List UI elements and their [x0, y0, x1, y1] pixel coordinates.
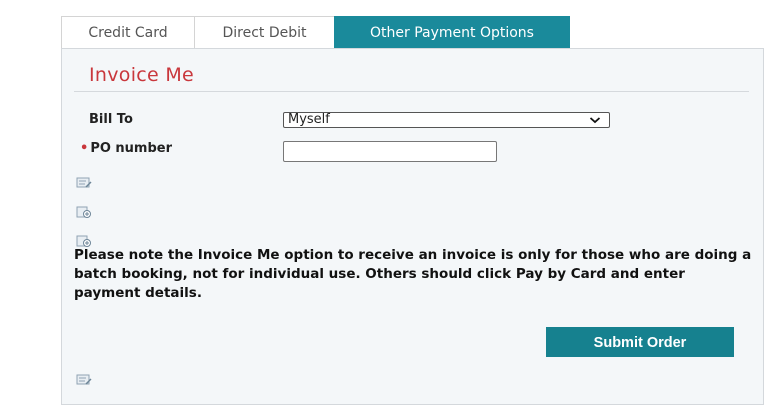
section-title: Invoice Me — [89, 64, 195, 86]
po-number-label-text: PO number — [90, 141, 173, 156]
bill-to-label: Bill To — [89, 112, 133, 127]
title-divider — [74, 91, 749, 92]
tab-other-payment-options[interactable]: Other Payment Options — [334, 16, 570, 49]
tab-direct-debit[interactable]: Direct Debit — [194, 16, 334, 48]
add-note-icon[interactable] — [76, 206, 92, 218]
edit-note-icon[interactable] — [76, 374, 92, 386]
chevron-down-icon — [589, 117, 601, 124]
payment-tabs: Credit Card Direct Debit Other Payment O… — [61, 16, 570, 49]
required-marker: • — [80, 141, 89, 156]
po-number-input[interactable] — [283, 141, 497, 162]
bill-to-select-value: Myself — [288, 112, 330, 127]
bill-to-select[interactable]: Myself — [283, 112, 610, 128]
tab-credit-card[interactable]: Credit Card — [61, 16, 194, 48]
payment-panel: Invoice Me Bill To Myself • PO number Pl… — [61, 48, 764, 405]
submit-order-button[interactable]: Submit Order — [546, 327, 734, 357]
invoice-notice-text: Please note the Invoice Me option to rec… — [74, 247, 752, 301]
po-number-label: • PO number — [80, 141, 172, 156]
payment-page: Credit Card Direct Debit Other Payment O… — [0, 0, 767, 413]
edit-note-icon[interactable] — [76, 177, 92, 189]
